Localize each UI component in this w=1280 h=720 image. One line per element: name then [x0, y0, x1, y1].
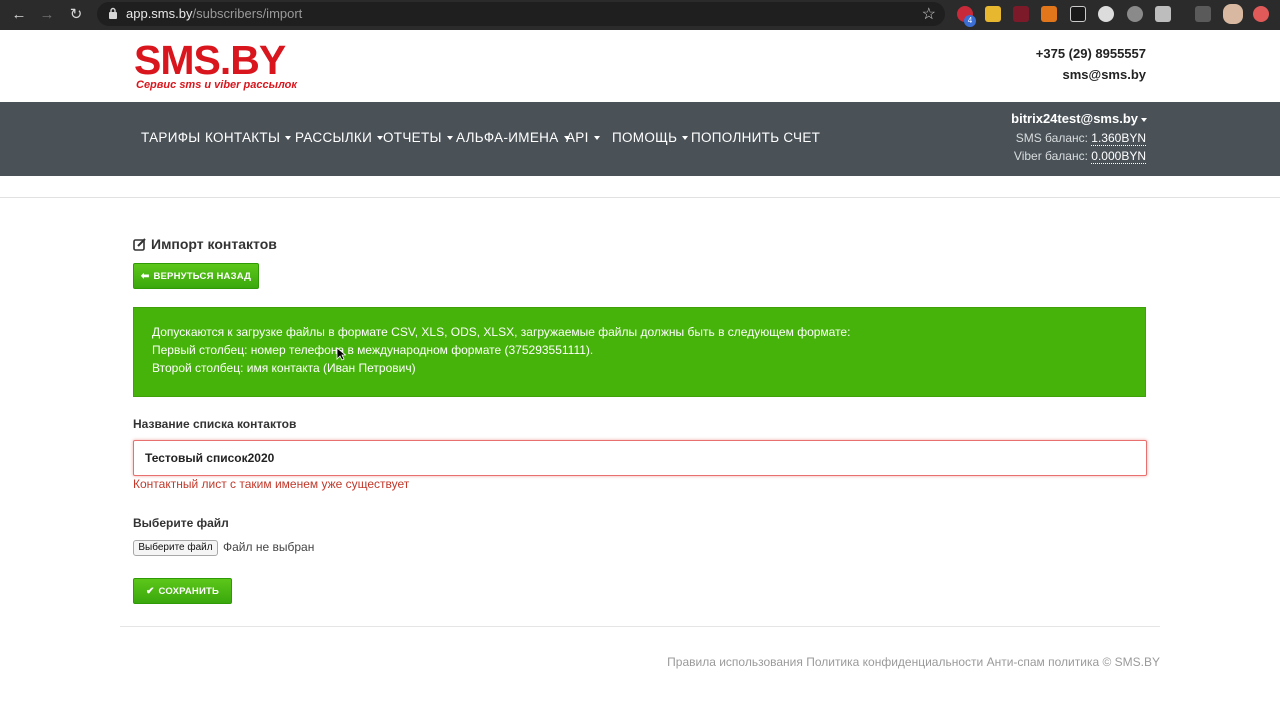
url-host: app.sms.by — [126, 6, 193, 21]
extension-badge: 4 — [964, 15, 976, 27]
browser-toolbar: ← → ↻ app.sms.by/subscribers/import ☆ 4 — [0, 0, 1280, 30]
nav-item-label: ПОПОЛНИТЬ СЧЕТ — [691, 130, 821, 145]
page-title: Импорт контактов — [133, 236, 277, 252]
file-label: Выберите файл — [133, 516, 229, 530]
nav-item-label: РАССЫЛКИ — [295, 130, 373, 145]
arrow-left-icon: ⬅ — [140, 270, 150, 282]
caret-down-icon — [1141, 117, 1147, 122]
viber-balance: Viber баланс: 0.000BYN — [1013, 149, 1146, 164]
sms-balance: SMS баланс: 1.360BYN — [1015, 131, 1146, 146]
logo[interactable]: SMS.BY — [134, 39, 286, 81]
choose-file-button[interactable]: Выберите файл — [133, 540, 218, 556]
caret-down-icon — [285, 136, 292, 141]
extension-glasses-icon[interactable] — [1070, 6, 1086, 22]
nav-item-alpha-names[interactable]: АЛЬФА-ИМЕНА — [456, 130, 570, 145]
info-line: Второй столбец: имя контакта (Иван Петро… — [152, 361, 416, 375]
sms-balance-value[interactable]: 1.360BYN — [1091, 131, 1146, 146]
footer-links[interactable]: Правила использования Политика конфиденц… — [667, 655, 1160, 669]
edit-icon — [133, 238, 146, 251]
nav-item-label: ТАРИФЫ — [141, 130, 201, 145]
url-path: /subscribers/import — [192, 6, 303, 21]
update-menu-icon[interactable] — [1253, 6, 1269, 22]
profile-avatar[interactable] — [1223, 4, 1243, 24]
caret-down-icon — [446, 136, 453, 141]
nav-item-label: КОНТАКТЫ — [205, 130, 281, 145]
back-button-label: ВЕРНУТЬСЯ НАЗАД — [153, 270, 252, 282]
nav-item-tariffs[interactable]: ТАРИФЫ — [141, 130, 201, 145]
check-icon: ✔ — [145, 585, 155, 597]
back-arrow-icon[interactable]: ← — [9, 5, 29, 25]
reading-list-icon[interactable] — [1195, 6, 1211, 22]
caret-down-icon — [682, 136, 689, 141]
nav-item-label: ПОМОЩЬ — [612, 130, 678, 145]
nav-item-help[interactable]: ПОМОЩЬ — [612, 130, 689, 145]
url-text: app.sms.by/subscribers/import — [126, 6, 302, 21]
nav-item-mailings[interactable]: РАССЫЛКИ — [295, 130, 384, 145]
list-name-label: Название списка контактов — [133, 417, 297, 431]
divider — [0, 197, 1280, 198]
nav-item-top-up[interactable]: ПОПОЛНИТЬ СЧЕТ — [691, 130, 820, 145]
extension-yellow-icon[interactable] — [985, 6, 1001, 22]
footer-divider — [120, 626, 1160, 627]
info-line: Допускаются к загрузке файлы в формате C… — [152, 325, 851, 339]
back-button[interactable]: ⬅ ВЕРНУТЬСЯ НАЗАД — [133, 263, 259, 289]
nav-item-label: ОТЧЕТЫ — [383, 130, 442, 145]
nav-item-api[interactable]: API — [566, 130, 600, 145]
address-bar[interactable]: app.sms.by/subscribers/import ☆ — [97, 2, 945, 26]
logo-tagline: Сервис sms и viber рассылок — [136, 79, 297, 91]
contact-phone: +375 (29) 8955557 — [1035, 46, 1146, 61]
extension-gear-icon[interactable] — [1127, 6, 1143, 22]
viber-balance-value[interactable]: 0.000BYN — [1091, 149, 1146, 164]
save-button[interactable]: ✔ СОХРАНИТЬ — [133, 578, 232, 604]
nav-item-contacts[interactable]: КОНТАКТЫ — [205, 130, 292, 145]
nav-item-label: АЛЬФА-ИМЕНА — [456, 130, 559, 145]
extension-circle-icon[interactable] — [1098, 6, 1114, 22]
list-name-error: Контактный лист с таким именем уже сущес… — [133, 477, 410, 491]
extension-camera-icon[interactable] — [1155, 6, 1171, 22]
nav-item-reports[interactable]: ОТЧЕТЫ — [383, 130, 453, 145]
info-line: Первый столбец: номер телефона в междуна… — [152, 343, 594, 357]
nav-item-label: API — [566, 130, 589, 145]
viber-balance-label: Viber баланс: — [1013, 149, 1088, 163]
contact-email: sms@sms.by — [1062, 67, 1147, 82]
account-email: bitrix24test@sms.by — [1011, 111, 1138, 126]
forward-arrow-icon[interactable]: → — [37, 5, 57, 25]
save-button-label: СОХРАНИТЬ — [158, 585, 220, 597]
file-status: Файл не выбран — [223, 540, 315, 554]
lock-icon — [109, 7, 117, 19]
main-navbar: ТАРИФЫ КОНТАКТЫ РАССЫЛКИ ОТЧЕТЫ АЛЬФА-ИМ… — [0, 102, 1280, 176]
extension-fox-icon[interactable] — [1041, 6, 1057, 22]
sms-balance-label: SMS баланс: — [1015, 131, 1088, 145]
page-title-text: Импорт контактов — [151, 236, 277, 252]
site-header: SMS.BY Сервис sms и viber рассылок +375 … — [0, 30, 1280, 102]
mouse-cursor-icon — [336, 347, 346, 361]
caret-down-icon — [593, 136, 600, 141]
extension-red-icon[interactable] — [1013, 6, 1029, 22]
account-menu[interactable]: bitrix24test@sms.by — [1011, 111, 1147, 126]
reload-icon[interactable]: ↻ — [66, 5, 86, 25]
list-name-input[interactable]: Тестовый список2020 — [133, 440, 1147, 476]
bookmark-star-icon[interactable]: ☆ — [922, 4, 936, 24]
info-alert: Допускаются к загрузке файлы в формате C… — [133, 307, 1146, 397]
